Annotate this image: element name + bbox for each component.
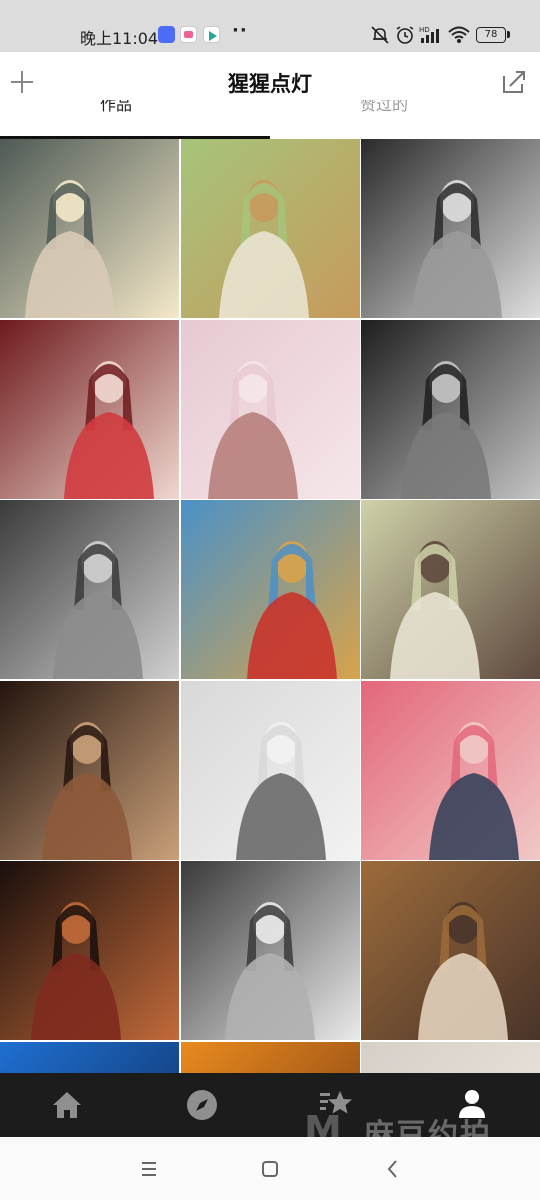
mute-bell-icon: [371, 26, 389, 44]
photo-woman-holding-lantern[interactable]: [0, 139, 179, 318]
photo-woman-red-dress-sky[interactable]: [180, 500, 360, 679]
photo-grid: [0, 139, 540, 1073]
signal-icon: HD: [419, 26, 439, 43]
shopping-app-icon: [180, 26, 197, 43]
photo-woman-with-pink-umbrella[interactable]: [361, 680, 540, 860]
photo-woman-dark-doorway[interactable]: [0, 680, 179, 860]
tab-works[interactable]: 作品: [100, 100, 170, 118]
photo-woman-dark-red-light[interactable]: [0, 861, 179, 1040]
photo-woman-back-bw[interactable]: [0, 500, 179, 679]
share-icon[interactable]: [500, 68, 528, 96]
profile-header: 猩猩点灯 作品 赞过的: [0, 52, 540, 140]
tab-liked[interactable]: 赞过的: [360, 100, 450, 118]
alarm-icon: [396, 26, 414, 44]
status-time: 晚上11:04: [80, 29, 159, 48]
status-more-dots: ··: [232, 20, 248, 41]
photo-elderly-woman-portrait-bw[interactable]: [361, 319, 540, 499]
photo-warm-hands[interactable]: [180, 1041, 360, 1073]
battery-tip: [507, 31, 510, 38]
photo-woman-looking-up-bw[interactable]: [180, 680, 360, 860]
svg-text:HD: HD: [419, 26, 430, 34]
photo-woman-in-corridor[interactable]: [361, 861, 540, 1040]
video-app-icon: [203, 26, 220, 43]
photo-face-closeup[interactable]: [361, 1041, 540, 1073]
compass-icon[interactable]: [182, 1085, 222, 1125]
tab-works-label: 作品: [100, 100, 133, 114]
photo-woman-in-meadow[interactable]: [361, 500, 540, 679]
message-app-icon: [158, 26, 175, 43]
wifi-icon: [448, 26, 470, 43]
tab-liked-label: 赞过的: [360, 100, 409, 114]
photo-blue-lights[interactable]: [0, 1041, 179, 1073]
battery-indicator: 78: [476, 27, 506, 43]
photo-woman-with-straw-hat-in-field[interactable]: [180, 139, 360, 318]
home-icon[interactable]: [47, 1085, 87, 1125]
photo-elderly-man-bw[interactable]: [180, 861, 360, 1040]
system-nav-bar: [0, 1137, 540, 1200]
menu-icon[interactable]: [137, 1157, 161, 1181]
back-icon[interactable]: [381, 1157, 405, 1181]
status-bar: 晚上11:04 ·· HD 78: [0, 0, 540, 52]
photo-woman-with-umbrella-blossoms[interactable]: [180, 319, 360, 499]
photo-woman-with-mask[interactable]: [0, 319, 179, 499]
page-title: 猩猩点灯: [228, 72, 312, 96]
photo-woman-with-headdress-bw[interactable]: [361, 139, 540, 318]
home-square-icon[interactable]: [258, 1157, 282, 1181]
